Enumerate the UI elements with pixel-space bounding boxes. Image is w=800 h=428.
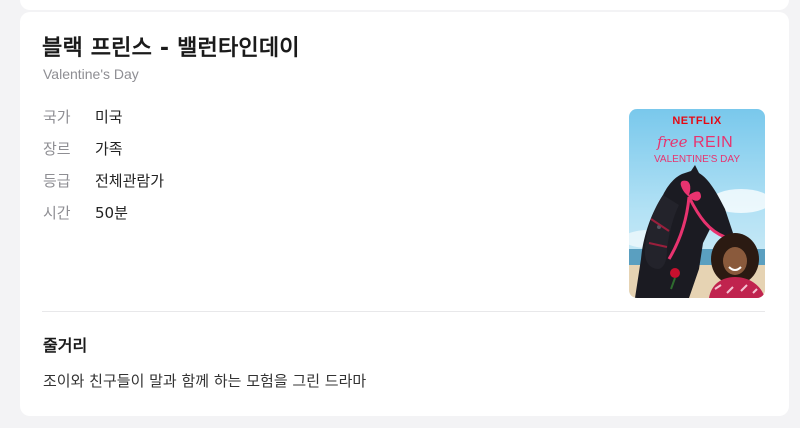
- netflix-logo: NETFLIX: [672, 115, 721, 127]
- rating-value: 전체관람가: [95, 172, 165, 190]
- show-detail-card: 블랙 프린스 - 밸런타인데이 Valentine's Day 국가 미국 장르…: [20, 12, 789, 416]
- poster-tagline: VALENTINE'S DAY: [654, 154, 740, 165]
- info-row-rating: 등급 전체관람가: [43, 170, 164, 202]
- country-label: 국가: [43, 108, 71, 126]
- poster-logo-script: free: [656, 133, 688, 151]
- genre-label: 장르: [43, 140, 71, 158]
- section-divider: [42, 311, 765, 312]
- original-title: Valentine's Day: [43, 66, 139, 82]
- poster-logo-word: REIN: [693, 134, 733, 151]
- info-row-country: 국가 미국: [43, 106, 164, 138]
- synopsis-heading: 줄거리: [43, 336, 88, 355]
- show-poster[interactable]: NETFLIX free REIN VALENTINE'S DAY: [629, 109, 765, 298]
- rating-label: 등급: [43, 172, 71, 190]
- previous-card-edge: [20, 0, 789, 10]
- info-row-genre: 장르 가족: [43, 138, 164, 170]
- runtime-value: 50분: [95, 204, 128, 222]
- show-title: 블랙 프린스 - 밸런타인데이: [42, 36, 300, 61]
- country-value: 미국: [95, 108, 123, 126]
- runtime-label: 시간: [43, 204, 71, 222]
- rose: [670, 268, 680, 278]
- synopsis-text: 조이와 친구들이 말과 함께 하는 모험을 그린 드라마: [43, 372, 367, 390]
- genre-value: 가족: [95, 140, 123, 158]
- info-list: 국가 미국 장르 가족 등급 전체관람가 시간 50분: [43, 106, 164, 234]
- info-row-runtime: 시간 50분: [43, 202, 164, 234]
